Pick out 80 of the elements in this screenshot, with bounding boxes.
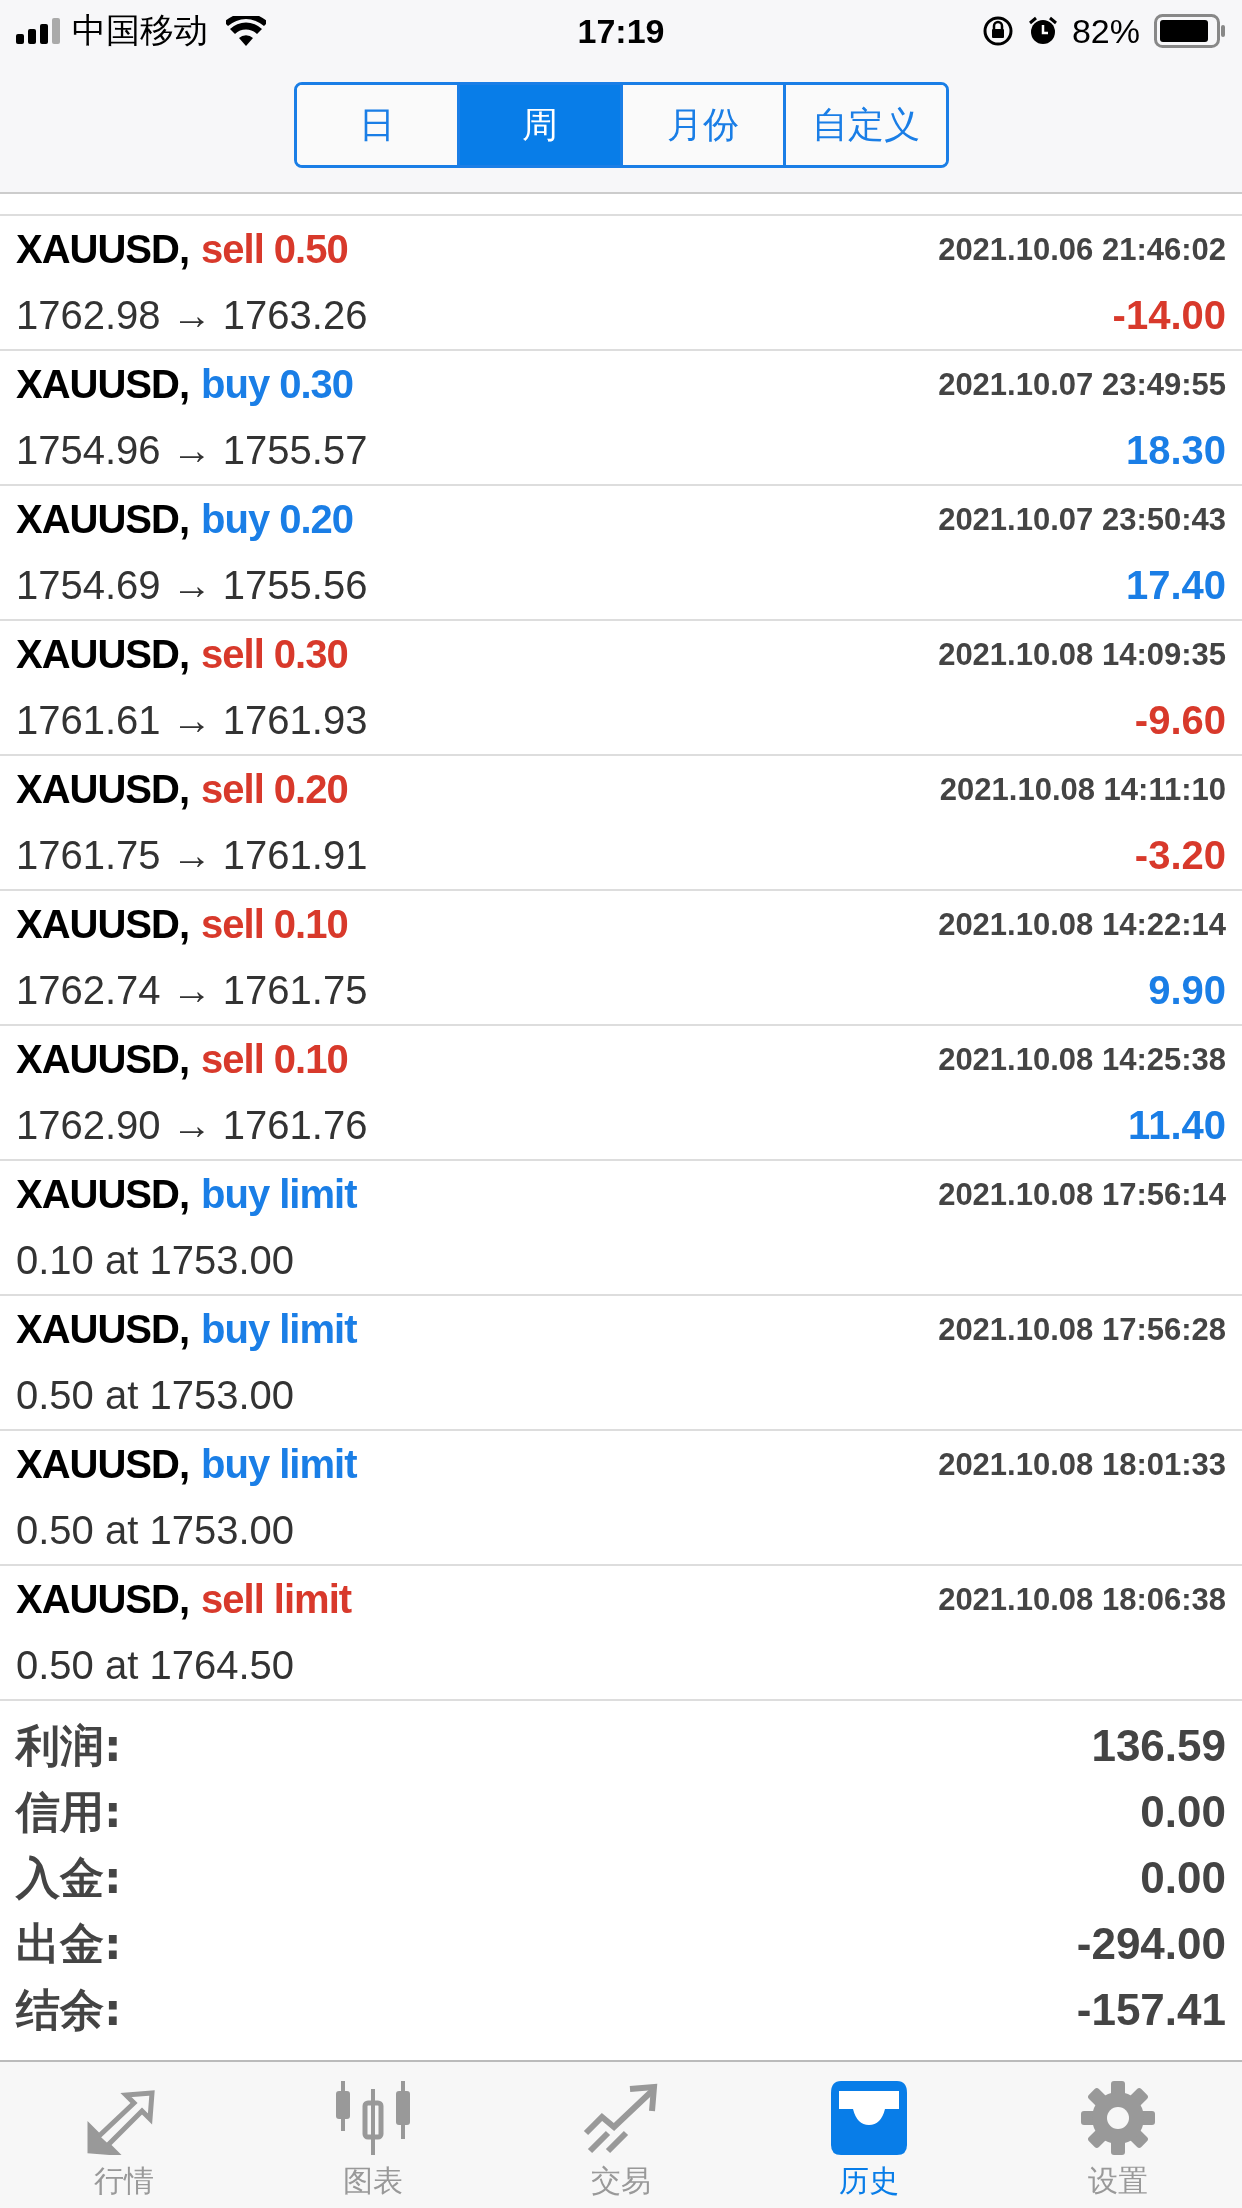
price-detail: 1761.75 → 1761.91 xyxy=(16,833,368,878)
summary-label: 出金: xyxy=(16,1916,122,1971)
summary-value: 0.00 xyxy=(1140,1853,1226,1903)
symbol-label: XAUUSD, xyxy=(16,1577,190,1622)
price-detail: 1754.69 → 1755.56 xyxy=(16,563,368,608)
order-type: buy limit xyxy=(201,1307,357,1352)
price-detail: 0.50 at 1753.00 xyxy=(16,1508,295,1553)
candlestick-icon xyxy=(333,2081,412,2155)
clock-time: 17:19 xyxy=(577,11,665,51)
profit-value: 11.40 xyxy=(1128,1103,1226,1148)
order-time: 2021.10.08 14:09:35 xyxy=(938,636,1226,673)
carrier-name: 中国移动 xyxy=(72,10,208,51)
rotation-lock-icon xyxy=(981,15,1014,47)
order-time: 2021.10.06 21:46:02 xyxy=(938,231,1226,268)
price-detail: 0.50 at 1753.00 xyxy=(16,1373,295,1418)
price-detail: 0.50 at 1764.50 xyxy=(16,1643,295,1688)
price-detail: 1762.90 → 1761.76 xyxy=(16,1103,368,1148)
order-type: buy 0.20 xyxy=(201,497,354,542)
signal-icon xyxy=(16,18,62,44)
order-time: 2021.10.07 23:49:55 xyxy=(938,366,1226,403)
symbol-label: XAUUSD, xyxy=(16,497,190,542)
order-type: sell limit xyxy=(201,1577,352,1622)
profit-value: 18.30 xyxy=(1125,428,1226,473)
symbol-label: XAUUSD, xyxy=(16,632,190,677)
symbol-label: XAUUSD, xyxy=(16,1442,190,1487)
order-time: 2021.10.07 23:50:43 xyxy=(938,501,1226,538)
summary-label: 信用: xyxy=(16,1784,122,1839)
order-time: 2021.10.08 14:11:10 xyxy=(939,771,1226,808)
summary-value: -294.00 xyxy=(1076,1919,1226,1969)
profit-value: 17.40 xyxy=(1125,563,1226,608)
battery-icon xyxy=(1154,14,1226,48)
wifi-icon xyxy=(226,16,266,46)
profit-value: -9.60 xyxy=(1134,698,1226,743)
tab-bar-item[interactable]: 设置 xyxy=(993,2062,1242,2208)
order-time: 2021.10.08 18:01:33 xyxy=(938,1446,1226,1483)
price-detail: 1762.74 → 1761.75 xyxy=(16,968,368,1013)
symbol-label: XAUUSD, xyxy=(16,1307,190,1352)
order-type: buy 0.30 xyxy=(201,362,354,407)
battery-percent: 82% xyxy=(1071,11,1140,51)
period-tab[interactable]: 自定义 xyxy=(782,85,946,165)
symbol-label: XAUUSD, xyxy=(16,1037,190,1082)
summary-label: 入金: xyxy=(16,1850,122,1905)
trend-up-icon xyxy=(582,2083,660,2155)
inbox-icon xyxy=(831,2081,908,2155)
symbol-label: XAUUSD, xyxy=(16,767,190,812)
summary-label: 利润: xyxy=(16,1718,122,1773)
tab-bar-item[interactable]: 历史 xyxy=(745,2062,994,2208)
order-time: 2021.10.08 17:56:14 xyxy=(938,1176,1226,1213)
tab-bar-item[interactable]: 交易 xyxy=(496,2062,746,2208)
tab-bar-item[interactable]: 图表 xyxy=(248,2062,497,2208)
price-detail: 0.10 at 1753.00 xyxy=(16,1238,295,1283)
summary-value: 136.59 xyxy=(1091,1721,1226,1771)
profit-value: 9.90 xyxy=(1148,968,1226,1013)
symbol-label: XAUUSD, xyxy=(16,227,190,272)
order-type: sell 0.50 xyxy=(201,227,348,272)
order-type: sell 0.30 xyxy=(201,632,348,677)
order-time: 2021.10.08 17:56:28 xyxy=(938,1311,1226,1348)
profit-value: -3.20 xyxy=(1134,833,1226,878)
order-type: buy limit xyxy=(201,1172,357,1217)
profit-value: -14.00 xyxy=(1112,293,1226,338)
alarm-icon xyxy=(1027,16,1058,46)
order-time: 2021.10.08 18:06:38 xyxy=(938,1581,1226,1618)
order-time: 2021.10.08 14:22:14 xyxy=(938,906,1226,943)
order-type: sell 0.10 xyxy=(201,902,348,947)
order-type: sell 0.20 xyxy=(201,767,348,812)
symbol-label: XAUUSD, xyxy=(16,362,190,407)
price-detail: 1754.96 → 1755.57 xyxy=(16,428,368,473)
price-detail: 1762.98 → 1763.26 xyxy=(16,293,368,338)
symbol-label: XAUUSD, xyxy=(16,1172,190,1217)
summary-value: -157.41 xyxy=(1076,1985,1226,2035)
gear-icon xyxy=(1080,2081,1155,2155)
price-detail: 1761.61 → 1761.93 xyxy=(16,698,368,743)
symbol-label: XAUUSD, xyxy=(16,902,190,947)
tab-bar-item[interactable]: 行情 xyxy=(0,2062,249,2208)
summary-label: 结余: xyxy=(16,1982,122,2037)
order-type: sell 0.10 xyxy=(201,1037,348,1082)
order-type: buy limit xyxy=(201,1442,357,1487)
order-time: 2021.10.08 14:25:38 xyxy=(938,1041,1226,1078)
period-tab[interactable]: 周 xyxy=(456,85,620,165)
summary-value: 0.00 xyxy=(1140,1787,1226,1837)
